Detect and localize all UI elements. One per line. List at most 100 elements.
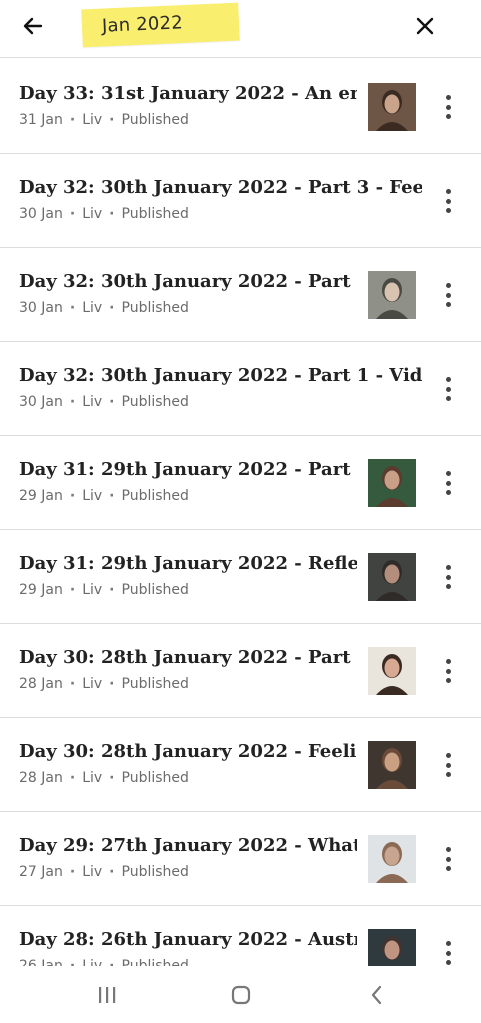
more-vertical-icon bbox=[445, 753, 451, 758]
more-options-button[interactable] bbox=[437, 374, 459, 404]
meta-separator: · bbox=[69, 676, 76, 692]
post-author: Liv bbox=[82, 582, 103, 598]
post-row[interactable]: Day 32: 30th January 2022 - Part 3 - Fee… bbox=[0, 154, 481, 248]
more-vertical-icon bbox=[445, 659, 451, 664]
post-status: Published bbox=[121, 676, 189, 692]
video-thumbnail-image bbox=[368, 647, 416, 695]
post-date: 30 Jan bbox=[19, 394, 63, 410]
meta-separator: · bbox=[109, 676, 115, 692]
close-button[interactable] bbox=[410, 11, 440, 41]
video-thumbnail-image bbox=[368, 271, 416, 319]
post-author: Liv bbox=[82, 112, 103, 128]
post-author: Liv bbox=[82, 206, 103, 222]
post-title: Day 31: 29th January 2022 - Reflec... bbox=[19, 553, 357, 574]
meta-separator: · bbox=[69, 582, 76, 598]
post-row[interactable]: Day 30: 28th January 2022 - Part 2 ... 28… bbox=[0, 624, 481, 718]
post-thumbnail[interactable] bbox=[368, 835, 416, 883]
more-options-button[interactable] bbox=[437, 92, 459, 122]
post-row[interactable]: Day 32: 30th January 2022 - Part 1 - Vid… bbox=[0, 342, 481, 436]
system-nav-bar bbox=[0, 966, 481, 1023]
post-row[interactable]: Day 31: 29th January 2022 - Reflec... 29 … bbox=[0, 530, 481, 624]
meta-separator: · bbox=[69, 394, 76, 410]
video-thumbnail-image bbox=[368, 741, 416, 789]
video-thumbnail-image bbox=[368, 835, 416, 883]
close-icon bbox=[416, 17, 434, 35]
more-vertical-icon bbox=[445, 377, 451, 382]
post-meta: 30 Jan · Liv · Published bbox=[19, 300, 189, 316]
post-author: Liv bbox=[82, 488, 103, 504]
nav-back-icon bbox=[371, 985, 382, 1005]
post-status: Published bbox=[121, 300, 189, 316]
meta-separator: · bbox=[69, 300, 76, 316]
post-row[interactable]: Day 31: 29th January 2022 - Part 2 ... 29… bbox=[0, 436, 481, 530]
post-date: 28 Jan bbox=[19, 676, 63, 692]
post-row[interactable]: Day 33: 31st January 2022 - An em... 31 J… bbox=[0, 60, 481, 154]
post-title: Day 32: 30th January 2022 - Part 2 ... bbox=[19, 271, 357, 292]
post-row[interactable]: Day 32: 30th January 2022 - Part 2 ... 30… bbox=[0, 248, 481, 342]
more-options-button[interactable] bbox=[437, 280, 459, 310]
post-status: Published bbox=[121, 112, 189, 128]
top-app-bar: Jan 2022 bbox=[0, 0, 481, 58]
post-thumbnail[interactable] bbox=[368, 741, 416, 789]
post-list: Day 33: 31st January 2022 - An em... 31 J… bbox=[0, 60, 481, 1000]
more-options-button[interactable] bbox=[437, 468, 459, 498]
meta-separator: · bbox=[109, 864, 115, 880]
meta-separator: · bbox=[109, 300, 115, 316]
more-options-button[interactable] bbox=[437, 938, 459, 968]
post-title: Day 31: 29th January 2022 - Part 2 ... bbox=[19, 459, 357, 480]
meta-separator: · bbox=[109, 394, 115, 410]
post-meta: 29 Jan · Liv · Published bbox=[19, 582, 189, 598]
meta-separator: · bbox=[69, 864, 76, 880]
recent-apps-button[interactable] bbox=[87, 980, 127, 1010]
post-title: Day 28: 26th January 2022 - Austra... bbox=[19, 929, 357, 950]
more-vertical-icon bbox=[445, 941, 451, 946]
post-date: 31 Jan bbox=[19, 112, 63, 128]
post-thumbnail[interactable] bbox=[368, 647, 416, 695]
post-meta: 28 Jan · Liv · Published bbox=[19, 676, 189, 692]
more-options-button[interactable] bbox=[437, 562, 459, 592]
post-title: Day 33: 31st January 2022 - An em... bbox=[19, 83, 357, 104]
meta-separator: · bbox=[69, 206, 76, 222]
post-date: 27 Jan bbox=[19, 864, 63, 880]
more-options-button[interactable] bbox=[437, 844, 459, 874]
more-options-button[interactable] bbox=[437, 186, 459, 216]
post-title: Day 30: 28th January 2022 - Feelin... bbox=[19, 741, 357, 762]
post-meta: 29 Jan · Liv · Published bbox=[19, 488, 189, 504]
post-title: Day 30: 28th January 2022 - Part 2 ... bbox=[19, 647, 357, 668]
app-screen: Jan 2022 Day 33: 31st January 2022 - An … bbox=[0, 0, 481, 1023]
post-thumbnail[interactable] bbox=[368, 459, 416, 507]
more-options-button[interactable] bbox=[437, 656, 459, 686]
post-author: Liv bbox=[82, 864, 103, 880]
more-options-button[interactable] bbox=[437, 750, 459, 780]
meta-separator: · bbox=[109, 770, 115, 786]
video-thumbnail-image bbox=[368, 553, 416, 601]
nav-back-button[interactable] bbox=[357, 980, 397, 1010]
back-button[interactable] bbox=[18, 11, 48, 41]
post-date: 30 Jan bbox=[19, 206, 63, 222]
post-row[interactable]: Day 30: 28th January 2022 - Feelin... 28 … bbox=[0, 718, 481, 812]
post-thumbnail[interactable] bbox=[368, 83, 416, 131]
post-thumbnail[interactable] bbox=[368, 553, 416, 601]
more-vertical-icon bbox=[445, 95, 451, 100]
meta-separator: · bbox=[69, 488, 76, 504]
video-thumbnail-image bbox=[368, 459, 416, 507]
post-meta: 27 Jan · Liv · Published bbox=[19, 864, 189, 880]
meta-separator: · bbox=[109, 582, 115, 598]
home-button[interactable] bbox=[221, 980, 261, 1010]
meta-separator: · bbox=[109, 488, 115, 504]
arrow-left-icon bbox=[23, 17, 43, 35]
post-date: 29 Jan bbox=[19, 488, 63, 504]
post-author: Liv bbox=[82, 770, 103, 786]
post-meta: 31 Jan · Liv · Published bbox=[19, 112, 189, 128]
post-thumbnail[interactable] bbox=[368, 271, 416, 319]
post-title: Day 32: 30th January 2022 - Part 1 - Vid… bbox=[19, 365, 422, 386]
post-meta: 30 Jan · Liv · Published bbox=[19, 394, 189, 410]
post-row[interactable]: Day 29: 27th January 2022 - What I... 27 … bbox=[0, 812, 481, 906]
post-date: 30 Jan bbox=[19, 300, 63, 316]
more-vertical-icon bbox=[445, 283, 451, 288]
post-status: Published bbox=[121, 770, 189, 786]
more-vertical-icon bbox=[445, 189, 451, 194]
post-date: 28 Jan bbox=[19, 770, 63, 786]
more-vertical-icon bbox=[445, 847, 451, 852]
meta-separator: · bbox=[109, 112, 115, 128]
